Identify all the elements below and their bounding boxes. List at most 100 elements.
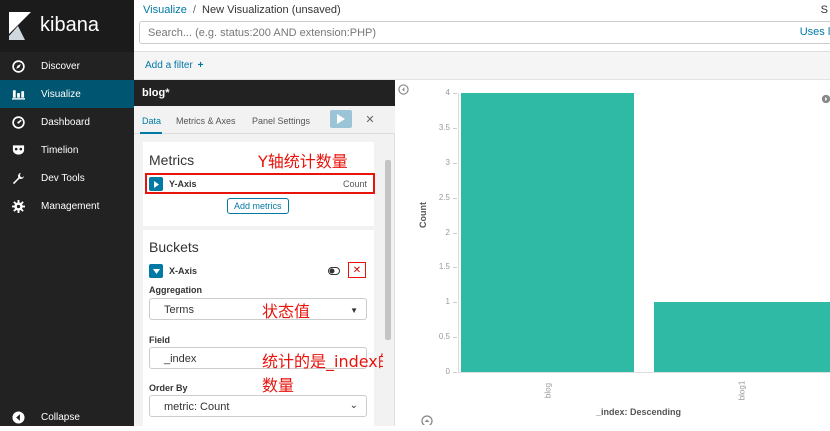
y-tick-mark xyxy=(453,232,457,234)
timelion-mask-icon xyxy=(11,143,25,157)
nav-item-dev-tools[interactable]: Dev Tools xyxy=(0,164,134,192)
x-tick-label: blog xyxy=(543,382,552,399)
y-tick-label: 3 xyxy=(445,157,450,167)
visualization-editor-panel: blog* Data Metrics & Axes Panel Settings… xyxy=(134,80,395,426)
bar-blog1[interactable] xyxy=(654,302,830,372)
top-right-menu-item[interactable]: S xyxy=(821,4,828,16)
y-axis-agg-name: Y-Axis xyxy=(169,179,197,189)
play-icon xyxy=(337,114,345,124)
nav-item-management[interactable]: Management xyxy=(0,192,134,220)
editor-scrollbar[interactable] xyxy=(383,148,393,426)
scrollbar-thumb[interactable] xyxy=(385,160,391,340)
bar-chart-icon xyxy=(11,87,25,101)
aggregation-value: Terms xyxy=(164,304,194,316)
y-axis-line xyxy=(458,93,459,373)
y-axis-agg-row[interactable]: Y-Axis Count xyxy=(149,177,367,191)
caret-down-icon: ▼ xyxy=(350,306,358,315)
index-pattern-title: blog* xyxy=(142,87,170,99)
breadcrumb-separator: / xyxy=(192,4,196,16)
chart-area: Count _index: Descending 0 0.5 1 1.5 2 2.5 3 3.… xyxy=(395,80,830,426)
y-tick-label: 1.5 xyxy=(438,262,450,272)
add-filter-button[interactable]: Add a filter + xyxy=(145,60,203,71)
nav-item-dashboard[interactable]: Dashboard xyxy=(0,108,134,136)
chevron-down-icon: ⌄ xyxy=(349,400,358,411)
chevron-right-icon xyxy=(153,180,159,188)
aggregation-select[interactable]: Terms ▼ xyxy=(149,298,367,320)
y-tick-mark xyxy=(453,93,457,94)
add-filter-label: Add a filter xyxy=(145,60,193,71)
wrench-icon xyxy=(11,171,25,185)
y-tick-mark xyxy=(453,162,457,164)
order-by-select[interactable]: metric: Count ⌄ xyxy=(149,395,367,417)
search-input[interactable] xyxy=(148,24,708,42)
query-bar: Uses luce xyxy=(139,21,830,44)
brand-name: kibana xyxy=(40,14,99,36)
nav-item-visualize[interactable]: Visualize xyxy=(0,80,134,108)
nav-label: Dev Tools xyxy=(41,172,85,184)
add-metrics-button[interactable]: Add metrics xyxy=(227,198,289,214)
field-label: Field xyxy=(149,335,171,345)
y-axis-agg-type: Count xyxy=(342,179,367,189)
discard-changes-button[interactable]: ✕ xyxy=(363,112,377,126)
field-annotation: 统计的是_index的数量 xyxy=(262,352,394,395)
collapse-arrow-icon xyxy=(11,410,25,424)
apply-changes-button[interactable] xyxy=(330,110,352,128)
x-axis-title: _index: Descending xyxy=(596,407,682,417)
expand-y-axis-toggle[interactable] xyxy=(149,177,163,191)
nav-item-timelion[interactable]: Timelion xyxy=(0,136,134,164)
nav-label: Management xyxy=(41,200,100,212)
y-tick-mark xyxy=(453,197,457,199)
nav-item-discover[interactable]: Discover xyxy=(0,52,134,80)
legend-toggle-icon[interactable] xyxy=(821,94,830,104)
bar-blog[interactable] xyxy=(461,93,634,372)
plus-icon: + xyxy=(197,60,204,71)
compass-icon xyxy=(11,59,25,73)
expand-x-axis-toggle[interactable] xyxy=(149,264,163,278)
tab-data[interactable]: Data xyxy=(142,116,161,126)
chevron-down-icon xyxy=(152,268,160,274)
y-tick-label: 2 xyxy=(445,227,450,237)
filter-bar: Add a filter + xyxy=(134,52,830,80)
breadcrumb-visualize-link[interactable]: Visualize xyxy=(143,4,187,16)
y-tick-label: 0 xyxy=(445,367,450,376)
y-tick-mark xyxy=(453,337,457,339)
x-tick-label: blog1 xyxy=(737,380,747,401)
collapse-button[interactable]: Collapse xyxy=(0,403,134,431)
metrics-title: Metrics xyxy=(149,152,195,168)
remove-x-axis-button[interactable]: ✕ xyxy=(348,262,366,278)
y-tick-label: 0.5 xyxy=(438,332,450,342)
field-value: _index xyxy=(164,353,197,365)
buckets-title: Buckets xyxy=(149,239,199,255)
y-tick-mark xyxy=(453,127,457,129)
y-tick-mark xyxy=(453,267,457,269)
y-tick-mark xyxy=(453,302,457,304)
top-bar: Visualize / New Visualization (unsaved) … xyxy=(134,0,830,52)
tab-metrics-axes[interactable]: Metrics & Axes xyxy=(176,116,236,126)
sidebar: kibana Discover Visualize Dashboard Time… xyxy=(0,0,134,426)
nav-label: Dashboard xyxy=(41,116,90,128)
y-tick-label: 1 xyxy=(445,297,450,307)
x-axis-agg-name: X-Axis xyxy=(169,266,198,276)
brand-header[interactable]: kibana xyxy=(0,0,134,52)
gear-icon xyxy=(11,199,25,213)
breadcrumb-current: New Visualization (unsaved) xyxy=(202,4,341,16)
aggregation-annotation: 状态值 xyxy=(262,302,311,321)
metrics-annotation: Y轴统计数量 xyxy=(258,152,348,171)
query-language-hint-link[interactable]: Uses luce xyxy=(800,26,830,38)
buckets-card: Buckets X-Axis ✕ Aggregation Terms ▼ Fie… xyxy=(143,230,374,426)
active-tab-indicator xyxy=(140,132,162,134)
y-tick-mark xyxy=(453,372,457,373)
order-by-label: Order By xyxy=(149,383,188,393)
aggregation-label: Aggregation xyxy=(149,285,202,295)
order-by-value: metric: Count xyxy=(164,401,230,413)
tab-panel-settings[interactable]: Panel Settings xyxy=(252,116,310,126)
kibana-logo-icon xyxy=(9,12,31,40)
y-tick-label: 2.5 xyxy=(438,192,450,202)
collapse-sidebar-icon[interactable] xyxy=(398,84,409,95)
breadcrumb: Visualize / New Visualization (unsaved) xyxy=(143,4,341,16)
toggle-legend-icon[interactable] xyxy=(421,415,433,425)
x-axis-line xyxy=(458,372,830,373)
dashboard-gauge-icon xyxy=(11,115,25,129)
y-tick-label: 3.5 xyxy=(438,122,450,132)
toggle-agg-icon[interactable] xyxy=(328,266,340,278)
